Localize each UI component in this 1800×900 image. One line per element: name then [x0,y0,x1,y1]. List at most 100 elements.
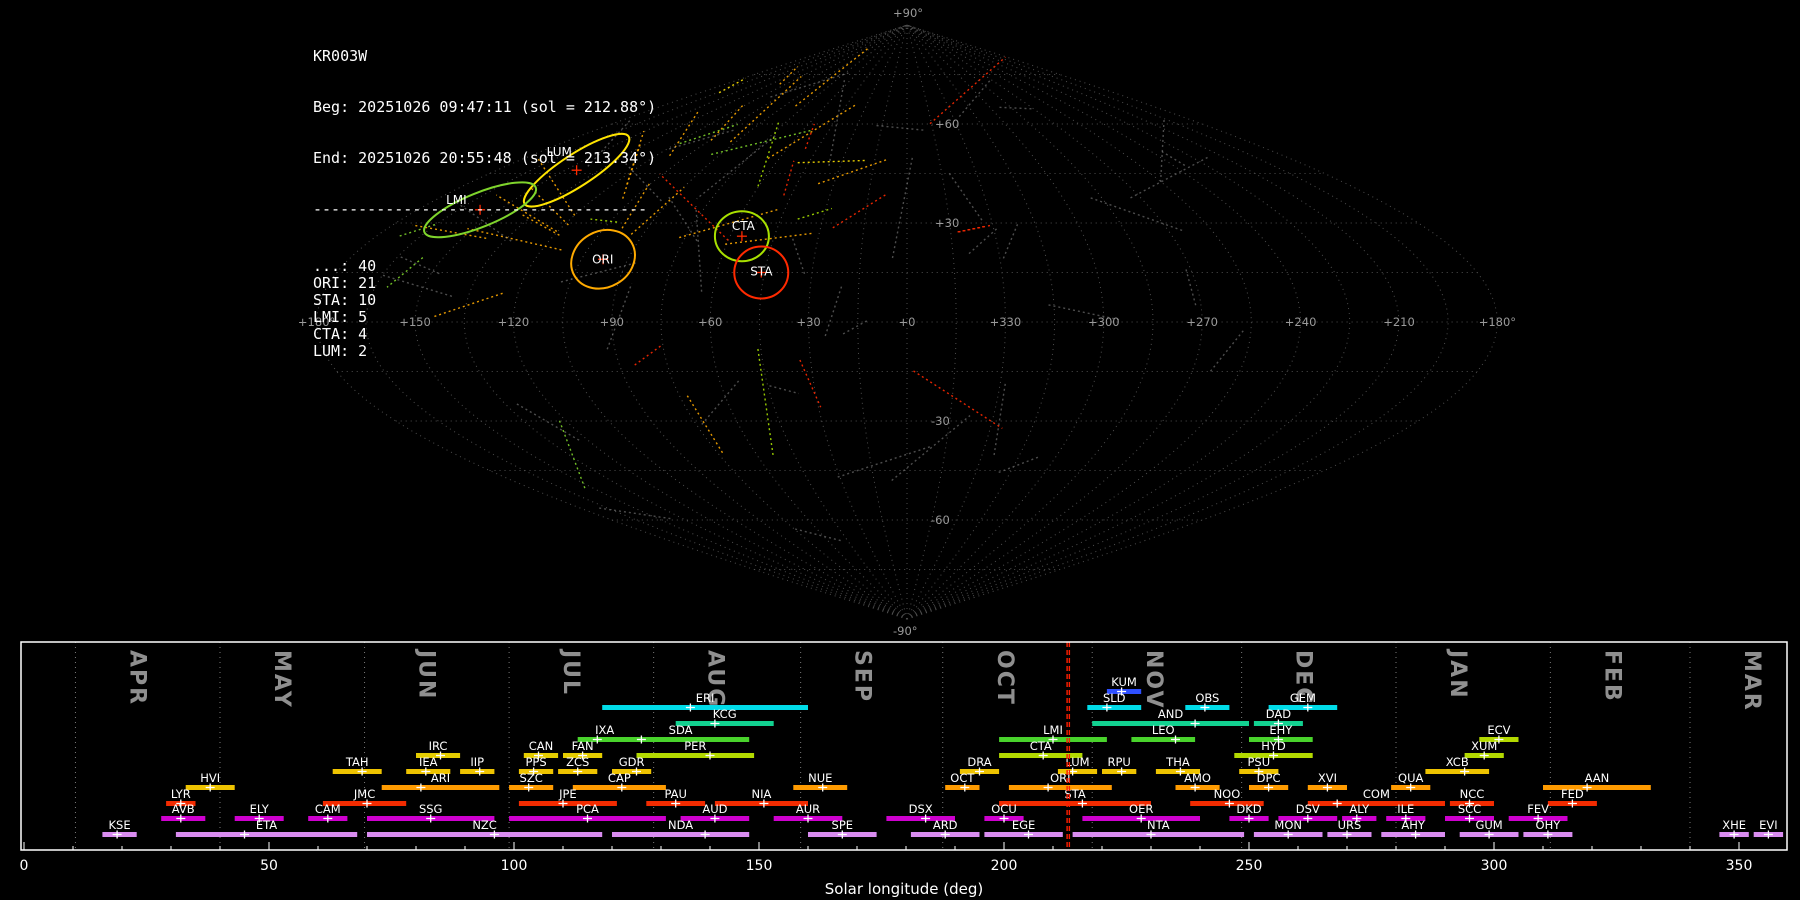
shower-label-PAU: PAU [664,787,686,801]
month-label: JUL [558,648,583,696]
shower-label-FAN: FAN [572,739,594,753]
shower-counts: ...: 40 ORI: 21 STA: 10 LMI: 5 CTA: 4 LUM: 2 [313,252,656,360]
shower-bar-SLD [1087,705,1142,710]
meteor-trail [948,172,983,221]
axis-tick-label: 100 [501,858,528,874]
count-CTA: CTA: 4 [313,325,368,343]
end-time: End: 20251026 20:55:48 (sol = 213.34°) [313,149,657,167]
meteor-trail [828,80,846,166]
meteor-trail [817,159,887,185]
shower-label-SCC: SCC [1458,802,1481,816]
shower-label-AHY: AHY [1401,818,1426,832]
shower-label-OBS: OBS [1195,691,1219,705]
meteor-trail [783,160,795,196]
count-LMI: LMI: 5 [313,308,368,326]
shower-label-AUR: AUR [796,802,820,816]
observation-info: KR003W Beg: 20251026 09:47:11 (sol = 212… [313,14,656,394]
axis-tick-label: 150 [746,858,773,874]
meteor-trail [1209,330,1244,372]
shower-label-ZCS: ZCS [566,755,589,769]
shower-bar-NTA [1072,832,1245,837]
month-label: JAN [1445,648,1470,700]
shower-label-CAN: CAN [529,739,554,753]
meteor-trail [1088,196,1183,232]
shower-label-NOO: NOO [1214,787,1241,801]
shower-bar-ARI [381,785,500,790]
meteor-trail [668,129,735,150]
shower-label-EVI: EVI [1759,818,1778,832]
meteor-trail [842,320,868,335]
axis-tick-label: 0 [20,858,29,874]
meteor-trail [804,123,815,150]
meteor-trail [711,129,811,156]
shower-label-LYR: LYR [171,787,191,801]
meteor-trail [791,236,806,275]
meteor-trail [998,456,1040,474]
shower-bar-SDA [612,737,750,742]
shower-label-AUD: AUD [702,802,727,816]
shower-label-NZC: NZC [472,818,497,832]
shower-label-FEV: FEV [1527,802,1549,816]
month-label: MAR [1739,650,1764,712]
shower-label-KSE: KSE [108,818,130,832]
month-label: MAY [269,650,294,709]
shower-bar-JPE [518,801,617,806]
meteor-trail [1159,117,1165,182]
meteor-trail [1048,304,1120,321]
axis-tick-label: 200 [991,858,1018,874]
shower-label-NIA: NIA [752,787,772,801]
shower-label-GEM: GEM [1290,691,1316,705]
shower-label-ILE: ILE [1397,802,1414,816]
shower-label-DKD: DKD [1236,802,1261,816]
grid-meridian [906,24,1203,620]
shower-label-NCC: NCC [1460,787,1485,801]
shower-bar-LEO [1131,737,1196,742]
meteor-trail [679,123,738,145]
meteor-trail [598,507,671,520]
lat-label: +30 [935,216,959,230]
shower-label-GUM: GUM [1475,818,1502,832]
shower-label-XHE: XHE [1722,818,1746,832]
count-STA: STA: 10 [313,291,377,309]
shower-label-HVI: HVI [200,771,220,785]
month-label: APR [124,650,149,706]
meteor-trail [913,370,1003,429]
lon-label: +330 [990,315,1022,329]
shower-label-RPU: RPU [1107,755,1130,769]
shower-label-MON: MON [1274,818,1302,832]
shower-label-SSG: SSG [419,802,443,816]
shower-label-SPE: SPE [832,818,854,832]
lat-label: -90° [893,624,918,638]
meteor-trail [767,104,857,160]
shower-label-COM: COM [1363,787,1390,801]
meteor-trail [795,47,870,107]
meteor-trail [669,110,700,157]
month-label: NOV [1141,650,1166,710]
month-label: SEP [850,650,875,703]
shower-label-ARD: ARD [933,818,958,832]
lon-label: +210 [1383,315,1415,329]
shower-label-DSV: DSV [1296,802,1320,816]
shower-label-NDA: NDA [668,818,693,832]
meteor-trail [1184,267,1197,306]
separator-line: ------------------------------------- [313,200,648,218]
shower-bar-XCB [1425,769,1490,774]
meteor-trail [779,65,799,85]
lon-label: +270 [1186,315,1218,329]
shower-label-THA: THA [1165,755,1190,769]
axis-tick-label: 350 [1726,858,1753,874]
activity-timeline: APR MAY JUN JUL AUG SEP OCT NOV DEC JAN FEB MARKUME… [20,641,1788,898]
shower-label-AND: AND [1158,707,1183,721]
grid-meridian [758,24,908,620]
grid-meridian [906,24,1351,620]
shower-label-PSU: PSU [1247,755,1270,769]
meteor-trail [718,77,746,94]
shower-label-PER: PER [684,739,706,753]
meteor-trail [958,79,991,118]
shower-label-ETA: ETA [256,818,277,832]
lon-label: +0 [899,315,916,329]
shower-label-OHY: OHY [1536,818,1562,832]
shower-label-IXA: IXA [595,723,614,737]
meteor-trail [891,157,913,259]
meteor-trail [558,420,587,491]
